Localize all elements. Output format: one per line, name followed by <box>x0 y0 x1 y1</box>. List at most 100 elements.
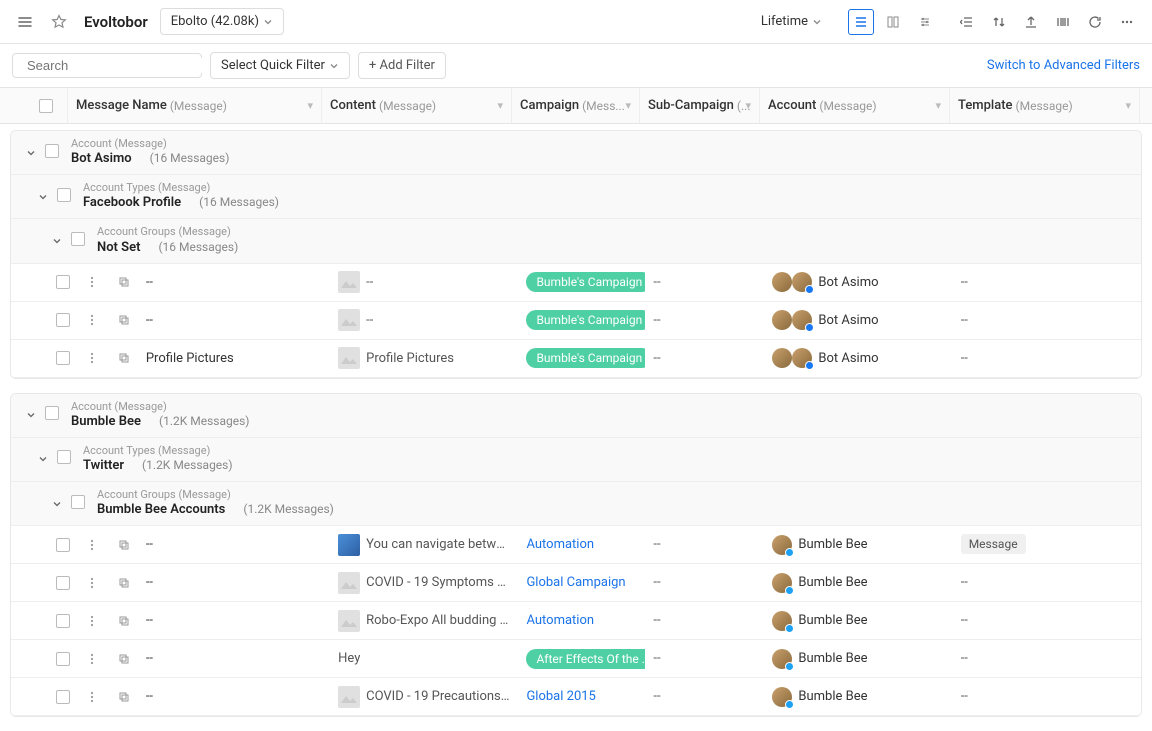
campaign-pill[interactable]: Bumble's Campaign <box>526 310 645 330</box>
avatar <box>772 272 792 292</box>
campaign-link[interactable]: Automation <box>526 537 594 552</box>
list-view-icon[interactable] <box>848 9 874 35</box>
row-account: Bumble Bee <box>764 573 952 593</box>
group-checkbox[interactable] <box>57 188 71 202</box>
row-menu-icon[interactable] <box>86 276 98 288</box>
group-header-l3: Account Groups (Message) Bumble Bee Acco… <box>11 482 1141 526</box>
group-checkbox[interactable] <box>71 232 85 246</box>
table-row: -- COVID - 19 Symptoms and P... Global C… <box>11 564 1141 602</box>
row-checkbox[interactable] <box>56 351 70 365</box>
column-content[interactable]: Content(Message)▾ <box>322 88 512 123</box>
fb-badge-icon <box>805 323 814 332</box>
group-checkbox[interactable] <box>45 406 59 420</box>
column-account[interactable]: Account(Message)▾ <box>760 88 950 123</box>
campaign-link[interactable]: Global 2015 <box>526 689 595 704</box>
row-campaign: Global Campaign <box>518 575 645 590</box>
advanced-filters-link[interactable]: Switch to Advanced Filters <box>987 58 1140 73</box>
row-checkbox[interactable] <box>56 313 70 327</box>
row-copy-icon[interactable] <box>118 539 130 551</box>
template-tag[interactable]: Message <box>961 534 1026 554</box>
row-menu-icon[interactable] <box>86 615 98 627</box>
search-box[interactable] <box>12 53 202 78</box>
barcode-icon[interactable] <box>1050 9 1076 35</box>
row-copy-icon[interactable] <box>118 577 130 589</box>
workspace-dropdown[interactable]: Ebolto (42.08k) <box>160 8 284 35</box>
row-name: -- <box>138 537 330 552</box>
select-all-checkbox[interactable] <box>39 99 53 113</box>
collapse-icon[interactable] <box>35 451 51 467</box>
row-checkbox[interactable] <box>56 275 70 289</box>
group-value: Facebook Profile <box>83 195 181 210</box>
row-check-cell <box>11 313 78 327</box>
row-subcampaign: -- <box>645 689 764 704</box>
campaign-pill[interactable]: After Effects Of the ... <box>526 649 645 669</box>
row-checkbox[interactable] <box>56 652 70 666</box>
group-checkbox[interactable] <box>45 144 59 158</box>
campaign-pill[interactable]: Bumble's Campaign <box>526 348 645 368</box>
avatar <box>792 310 812 330</box>
refresh-icon[interactable] <box>1082 9 1108 35</box>
column-sub-campaign[interactable]: Sub-Campaign(...▾ <box>640 88 760 123</box>
campaign-link[interactable]: Global Campaign <box>526 575 625 590</box>
outdent-icon[interactable] <box>954 9 980 35</box>
row-copy-icon[interactable] <box>118 615 130 627</box>
group-meta: Account Types (Message) <box>83 444 233 458</box>
timeframe-dropdown[interactable]: Lifetime <box>751 9 832 34</box>
chevron-down-icon <box>263 17 273 27</box>
content-thumb-icon <box>338 686 360 708</box>
group-panel: Account (Message) Bumble Bee(1.2K Messag… <box>10 393 1142 718</box>
collapse-icon[interactable] <box>23 407 39 423</box>
row-campaign: Global 2015 <box>518 689 645 704</box>
row-checkbox[interactable] <box>56 690 70 704</box>
settings-view-icon[interactable] <box>912 9 938 35</box>
collapse-icon[interactable] <box>35 189 51 205</box>
campaign-link[interactable]: Automation <box>526 613 594 628</box>
sort-icon[interactable] <box>986 9 1012 35</box>
more-icon[interactable] <box>1114 9 1140 35</box>
row-copy-icon[interactable] <box>118 653 130 665</box>
export-icon[interactable] <box>1018 9 1044 35</box>
row-copy-icon[interactable] <box>118 276 130 288</box>
row-menu-icon[interactable] <box>86 314 98 326</box>
menu-icon[interactable] <box>12 9 38 35</box>
campaign-pill[interactable]: Bumble's Campaign <box>526 272 645 292</box>
row-menu-icon[interactable] <box>86 653 98 665</box>
column-campaign[interactable]: Campaign(Mess...▾ <box>512 88 640 123</box>
group-meta: Account (Message) <box>71 137 229 151</box>
timeframe-label: Lifetime <box>761 14 808 29</box>
row-copy-icon[interactable] <box>118 352 130 364</box>
group-checkbox[interactable] <box>57 450 71 464</box>
group-meta: Account (Message) <box>71 400 249 414</box>
row-subcampaign: -- <box>645 537 764 552</box>
group-checkbox[interactable] <box>71 495 85 509</box>
column-message-name[interactable]: Message Name(Message)▾ <box>68 88 322 123</box>
row-copy-icon[interactable] <box>118 314 130 326</box>
collapse-icon[interactable] <box>49 233 65 249</box>
collapse-icon[interactable] <box>23 145 39 161</box>
row-campaign: Automation <box>518 537 645 552</box>
row-name: -- <box>138 689 330 704</box>
table-row: -- Robo-Expo All budding engi... Automat… <box>11 602 1141 640</box>
row-copy-icon[interactable] <box>118 691 130 703</box>
row-checkbox[interactable] <box>56 538 70 552</box>
page-title: Evoltobor <box>84 13 148 31</box>
row-content: -- <box>330 309 518 331</box>
row-subcampaign: -- <box>645 575 764 590</box>
row-checkbox[interactable] <box>56 614 70 628</box>
search-input[interactable] <box>27 58 203 73</box>
row-menu-icon[interactable] <box>86 352 98 364</box>
row-menu-icon[interactable] <box>86 577 98 589</box>
tw-badge-icon <box>785 700 794 709</box>
row-checkbox[interactable] <box>56 576 70 590</box>
row-name: -- <box>138 313 330 328</box>
row-menu-icon[interactable] <box>86 539 98 551</box>
star-icon[interactable] <box>46 9 72 35</box>
column-template[interactable]: Template(Message)▾ <box>950 88 1140 123</box>
row-template: -- <box>953 651 1141 666</box>
row-subcampaign: -- <box>645 351 764 366</box>
quick-filter-dropdown[interactable]: Select Quick Filter <box>210 52 350 79</box>
column-view-icon[interactable] <box>880 9 906 35</box>
add-filter-button[interactable]: + Add Filter <box>358 52 446 79</box>
collapse-icon[interactable] <box>49 496 65 512</box>
row-menu-icon[interactable] <box>86 691 98 703</box>
